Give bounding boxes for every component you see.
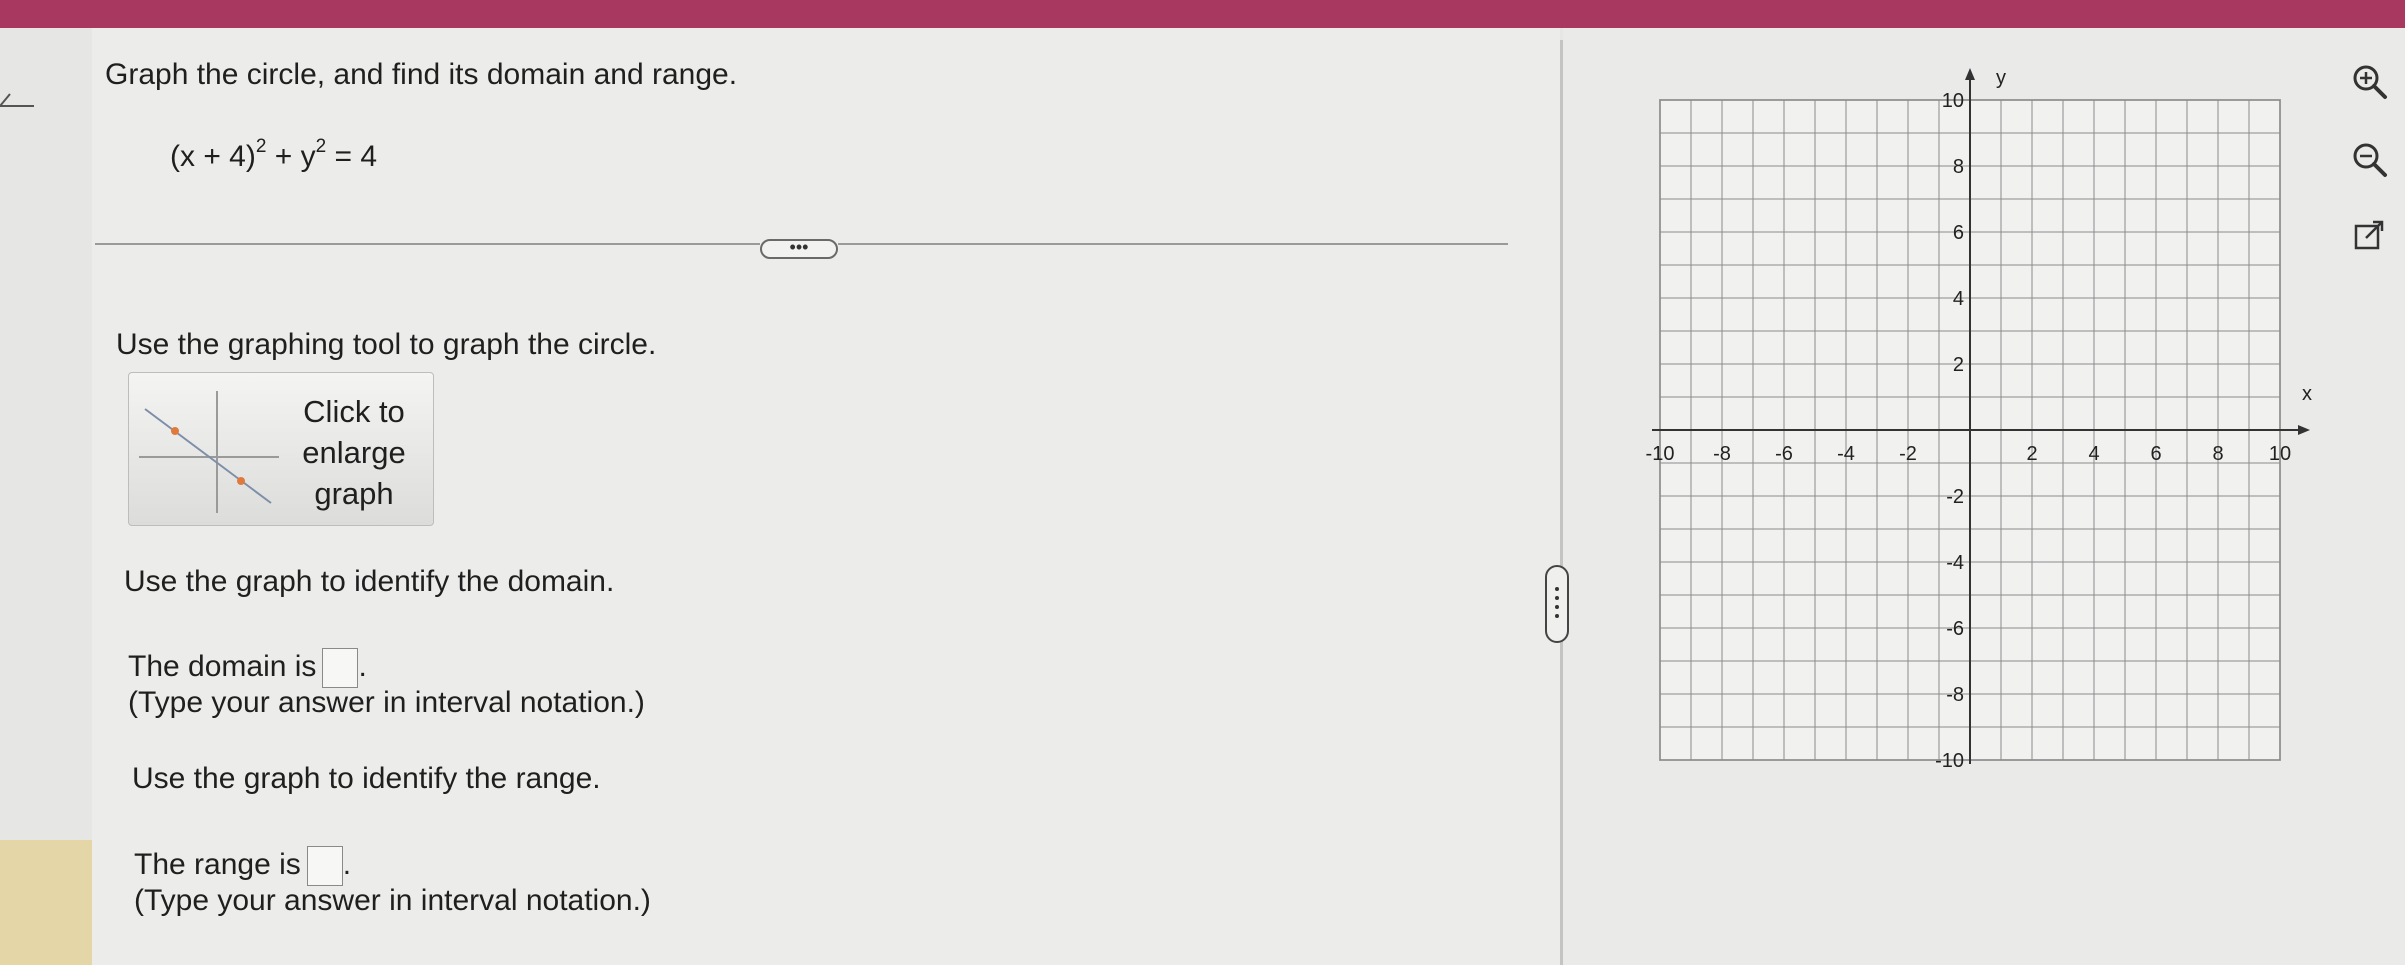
graph-instruction: Use the graphing tool to graph the circl…: [116, 328, 657, 361]
y-tick-label: 10: [1942, 90, 1964, 112]
y-tick-label: -2: [1946, 486, 1964, 508]
divider-line: [838, 243, 1508, 245]
y-tick-label: -8: [1946, 684, 1964, 706]
x-axis-arrow-icon: [2298, 425, 2310, 435]
top-bar: [0, 0, 2405, 28]
domain-answer-input[interactable]: [322, 648, 359, 688]
x-tick-label: -4: [1837, 443, 1855, 465]
x-tick-label: -6: [1775, 443, 1793, 465]
domain-hint: (Type your answer in interval notation.): [128, 686, 645, 719]
domain-instruction: Use the graph to identify the domain.: [124, 565, 615, 598]
enlarge-graph-button[interactable]: Click to enlarge graph: [128, 372, 434, 526]
y-tick-label: -4: [1946, 552, 1964, 574]
side-panel-edge: [0, 840, 92, 965]
y-tick-label: 2: [1953, 354, 1964, 376]
zoom-in-icon[interactable]: [2348, 60, 2392, 104]
x-axis-label: x: [2302, 383, 2312, 405]
external-link-icon[interactable]: [2348, 214, 2392, 258]
x-tick-label: 6: [2150, 443, 2161, 465]
x-tick-label: -8: [1713, 443, 1731, 465]
domain-line: The domain is.: [128, 648, 367, 688]
back-arrow-icon[interactable]: [0, 86, 40, 126]
range-hint: (Type your answer in interval notation.): [134, 884, 651, 917]
circle-equation: (x + 4)2 + y2 = 4: [170, 136, 378, 173]
y-axis-arrow-icon: [1965, 68, 1975, 80]
question-title: Graph the circle, and find its domain an…: [105, 58, 738, 91]
panel-resize-handle[interactable]: [1545, 565, 1569, 643]
x-tick-label: -10: [1646, 443, 1675, 465]
y-tick-label: 6: [1953, 222, 1964, 244]
y-tick-label: 4: [1953, 288, 1964, 310]
zoom-out-icon[interactable]: [2348, 138, 2392, 182]
range-line: The range is.: [134, 846, 351, 886]
x-tick-label: 4: [2088, 443, 2099, 465]
coordinate-graph[interactable]: -10 -8 -6 -4 -2 2 4 6 8 10 10 8 6 4 2 -2 -4 -6 -8 -10 x y: [1640, 60, 2320, 770]
x-tick-label: -2: [1899, 443, 1917, 465]
x-tick-label: 2: [2026, 443, 2037, 465]
show-more-button[interactable]: •••: [760, 238, 838, 259]
graph-thumbnail-icon: [139, 391, 279, 513]
x-tick-label: 10: [2269, 443, 2291, 465]
y-tick-label: -6: [1946, 618, 1964, 640]
enlarge-graph-label: Click to enlarge graph: [302, 394, 406, 511]
range-answer-input[interactable]: [306, 846, 343, 886]
y-tick-label: 8: [1953, 156, 1964, 178]
x-tick-label: 8: [2212, 443, 2223, 465]
range-instruction: Use the graph to identify the range.: [132, 762, 601, 795]
y-axis-label: y: [1996, 67, 2006, 89]
divider-line: [95, 243, 760, 245]
y-tick-label: -10: [1935, 750, 1964, 770]
